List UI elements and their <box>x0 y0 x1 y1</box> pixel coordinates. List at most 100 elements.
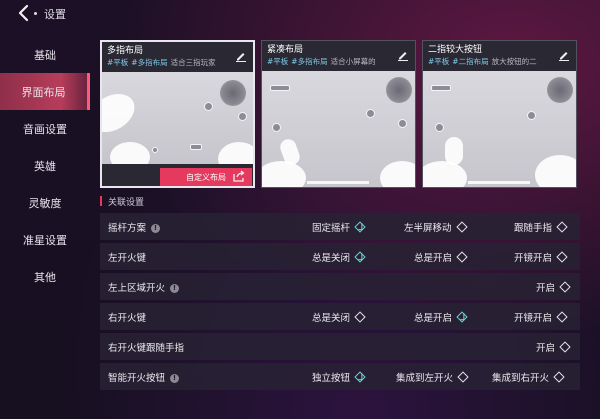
option-label: 开启 <box>536 283 556 294</box>
card-title: 紧凑布局 <box>267 45 304 55</box>
edit-icon[interactable] <box>397 49 409 61</box>
option-label: 开镜开启 <box>514 313 553 324</box>
option-follow-finger[interactable]: 跟随手指 <box>514 220 568 234</box>
setting-label-text: 左开火键 <box>108 253 147 264</box>
card-description: 放大按钮的二 <box>491 57 537 66</box>
card-header: 二指较大按钮 #平板 #二指布局 放大按钮的二 <box>423 41 576 71</box>
option-enable[interactable]: 开启 <box>536 340 571 354</box>
page-title: 设置 <box>44 8 66 21</box>
share-icon[interactable] <box>233 170 245 182</box>
layout-card-multi-finger[interactable]: 多指布局 #平板 #多指布局 适合三指玩家 自定义布局 <box>100 40 255 188</box>
diamond-icon <box>559 281 571 293</box>
sidebar-item-label: 其他 <box>34 270 56 284</box>
option-fixed-joystick[interactable]: 固定摇杆 <box>312 220 366 234</box>
option-label: 固定摇杆 <box>312 223 351 234</box>
back-arrow-icon[interactable] <box>16 4 32 22</box>
diamond-icon <box>457 371 469 383</box>
checked-diamond-icon <box>354 371 366 383</box>
card-tag: #二指布局 <box>452 57 489 66</box>
card-header: 多指布局 #平板 #多指布局 适合三指玩家 <box>102 42 253 72</box>
option-scope-on[interactable]: 开镜开启 <box>514 310 568 324</box>
section-accent-bar <box>100 196 102 206</box>
minimap-icon <box>386 77 412 103</box>
thumb-shape <box>262 161 306 187</box>
sidebar-item-label: 音画设置 <box>23 122 67 136</box>
option-label: 总是关闭 <box>312 313 351 324</box>
sidebar-item-label: 界面布局 <box>21 85 66 99</box>
edit-icon[interactable] <box>235 50 247 62</box>
setting-row-joystick: 摇杆方案! 固定摇杆 左半屏移动 跟随手指 <box>100 213 580 240</box>
option-scope-on[interactable]: 开镜开启 <box>514 250 568 264</box>
layout-card-two-finger-large[interactable]: 二指较大按钮 #平板 #二指布局 放大按钮的二 <box>422 40 577 188</box>
checked-diamond-icon <box>456 311 468 323</box>
control-button-icon <box>272 123 281 132</box>
setting-row-right-fire-follow: 右开火键跟随手指 开启 <box>100 333 580 360</box>
control-button-icon <box>435 123 444 132</box>
layout-preview <box>102 72 253 176</box>
diamond-icon <box>559 341 571 353</box>
option-merge-left-fire[interactable]: 集成到左开火 <box>396 370 469 384</box>
weapon-slot-icon <box>190 144 202 150</box>
card-title: 二指较大按钮 <box>428 45 483 55</box>
diamond-icon <box>354 311 366 323</box>
card-tags: #平板 #多指布局 适合小屏幕的 <box>267 56 410 68</box>
card-tag: #多指布局 <box>131 58 168 67</box>
option-left-half-move[interactable]: 左半屏移动 <box>404 220 468 234</box>
option-label: 总是开启 <box>414 253 453 264</box>
option-label: 集成到右开火 <box>492 373 550 384</box>
option-always-on[interactable]: 总是开启 <box>414 250 468 264</box>
setting-label: 右开火键跟随手指 <box>108 340 184 354</box>
weapon-slot-icon <box>270 85 290 91</box>
settings-rows: 摇杆方案! 固定摇杆 左半屏移动 跟随手指 左开火键 总是关闭 总是开启 开镜开… <box>100 213 580 393</box>
info-icon[interactable]: ! <box>151 224 161 233</box>
sidebar-item-crosshair[interactable]: 准星设置 <box>0 221 90 258</box>
checked-diamond-icon <box>354 251 366 263</box>
thumb-shape <box>102 86 142 140</box>
title-dot <box>34 12 37 15</box>
option-label: 左半屏移动 <box>404 223 452 234</box>
option-merge-right-fire[interactable]: 集成到右开火 <box>492 370 565 384</box>
setting-label-text: 左上区域开火 <box>108 283 166 294</box>
setting-label: 右开火键 <box>108 310 146 324</box>
setting-label: 摇杆方案! <box>108 220 161 234</box>
setting-label-text: 智能开火按钮 <box>108 373 166 384</box>
option-label: 总是开启 <box>414 313 453 324</box>
card-tags: #平板 #多指布局 适合三指玩家 <box>107 57 248 69</box>
sidebar: 基础 界面布局 音画设置 英雄 灵敏度 准星设置 其他 <box>0 36 90 295</box>
section-title: 关联设置 <box>108 197 145 208</box>
card-description: 适合小屏幕的 <box>330 57 376 66</box>
sidebar-item-other[interactable]: 其他 <box>0 258 90 295</box>
diamond-icon <box>556 311 568 323</box>
diamond-icon <box>456 251 468 263</box>
option-always-on[interactable]: 总是开启 <box>414 310 468 324</box>
card-title: 多指布局 <box>107 46 144 56</box>
option-enable[interactable]: 开启 <box>536 280 571 294</box>
setting-label: 左上区域开火! <box>108 280 180 294</box>
info-icon[interactable]: ! <box>170 374 180 383</box>
layout-card-compact[interactable]: 紧凑布局 #平板 #多指布局 适合小屏幕的 <box>261 40 416 188</box>
card-tags: #平板 #二指布局 放大按钮的二 <box>428 56 571 68</box>
option-independent-button[interactable]: 独立按钮 <box>312 370 366 384</box>
option-always-off[interactable]: 总是关闭 <box>312 250 366 264</box>
scroll-indicator <box>468 181 530 184</box>
sidebar-item-audio-video[interactable]: 音画设置 <box>0 110 90 147</box>
layout-preview <box>423 71 576 187</box>
diamond-icon <box>556 251 568 263</box>
scroll-indicator <box>307 181 369 184</box>
edit-icon[interactable] <box>558 49 570 61</box>
card-tag: #平板 <box>267 57 289 66</box>
section-header: 关联设置 <box>100 193 580 209</box>
weapon-slot-icon <box>431 85 451 91</box>
diamond-icon <box>556 221 568 233</box>
card-tag: #多指布局 <box>291 57 328 66</box>
layout-preview <box>262 71 415 187</box>
info-icon[interactable]: ! <box>170 284 180 293</box>
option-always-off[interactable]: 总是关闭 <box>312 310 366 324</box>
minimap-icon <box>220 80 246 106</box>
sidebar-item-basic[interactable]: 基础 <box>0 36 90 73</box>
sidebar-item-sensitivity[interactable]: 灵敏度 <box>0 184 90 221</box>
setting-row-top-left-fire: 左上区域开火! 开启 <box>100 273 580 300</box>
sidebar-item-layout[interactable]: 界面布局 <box>0 73 90 110</box>
control-button-icon <box>238 112 247 121</box>
sidebar-item-hero[interactable]: 英雄 <box>0 147 90 184</box>
